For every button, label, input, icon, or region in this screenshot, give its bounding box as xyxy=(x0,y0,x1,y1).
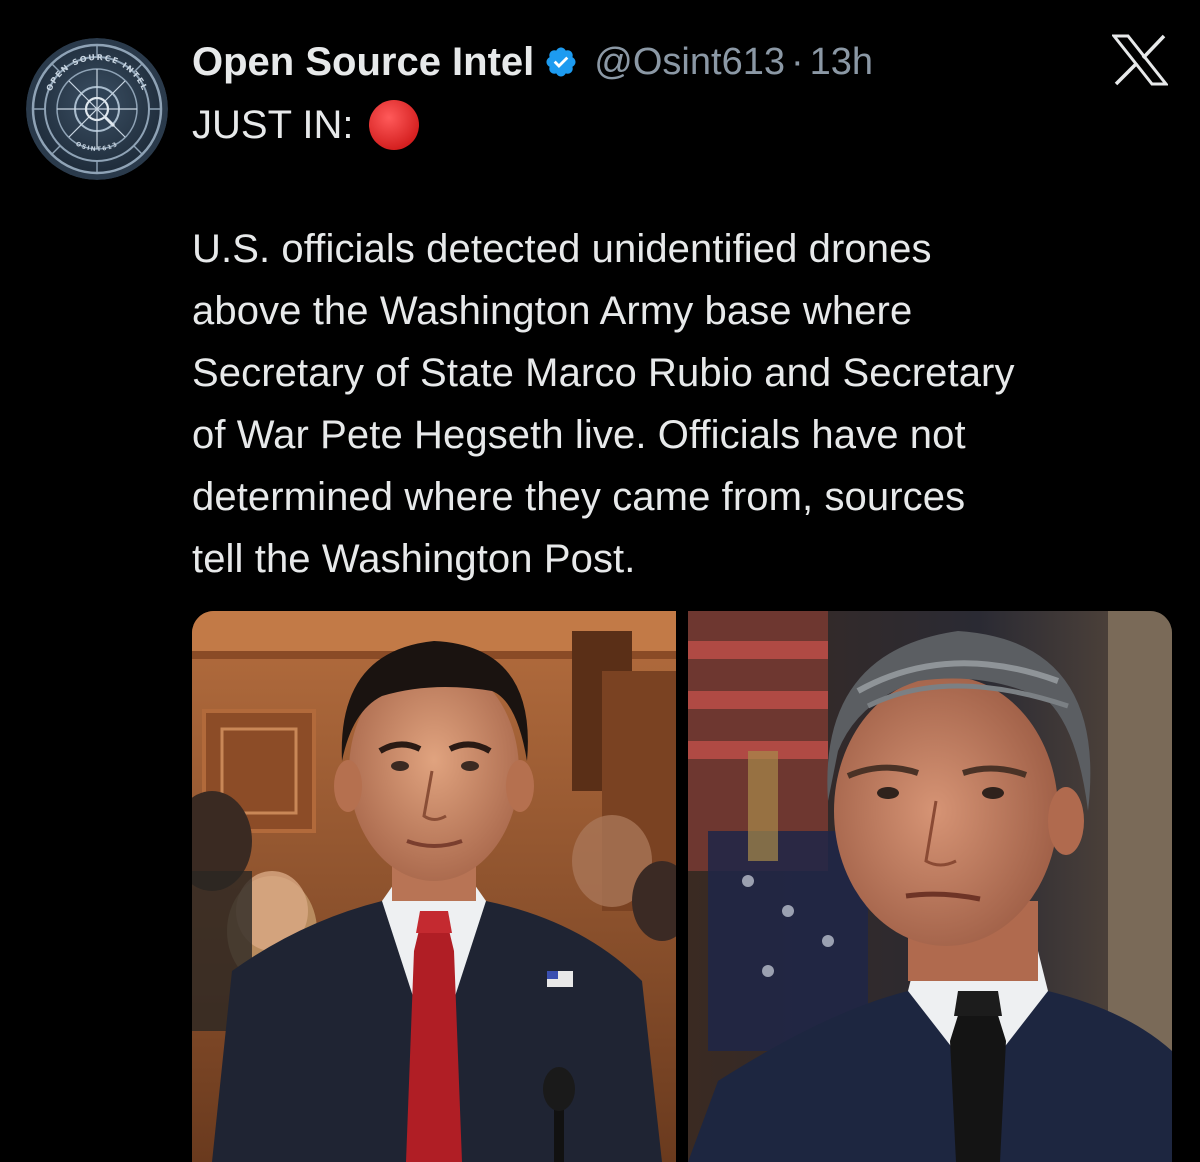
tweet-body-line: above the Washington Army base where xyxy=(192,289,913,333)
tweet-body-line: Secretary of State Marco Rubio and Secre… xyxy=(192,351,1015,395)
timestamp[interactable]: 13h xyxy=(810,41,873,84)
tweet: OPEN SOURCE INTEL OSINT613 Open Source I… xyxy=(0,0,1200,1162)
x-logo-icon[interactable] xyxy=(1110,34,1170,86)
osint-logo-icon: OPEN SOURCE INTEL OSINT613 xyxy=(26,38,168,180)
tweet-body-line: U.S. officials detected unidentified dro… xyxy=(192,227,932,271)
separator: · xyxy=(790,40,804,83)
tweet-lead: JUST IN: xyxy=(192,94,420,156)
tweet-body-line: determined where they came from, sources xyxy=(192,475,966,519)
tweet-media[interactable] xyxy=(192,611,1172,1162)
red-circle-icon xyxy=(368,99,420,151)
photo-marco-rubio[interactable] xyxy=(192,611,676,1162)
tweet-body: U.S. officials detected unidentified dro… xyxy=(192,218,1182,590)
verified-badge-icon[interactable] xyxy=(544,45,578,79)
avatar[interactable]: OPEN SOURCE INTEL OSINT613 xyxy=(26,38,168,180)
photo-pete-hegseth[interactable] xyxy=(688,611,1172,1162)
tweet-body-line: tell the Washington Post. xyxy=(192,537,636,581)
tweet-body-line: of War Pete Hegseth live. Officials have… xyxy=(192,413,966,457)
display-name[interactable]: Open Source Intel xyxy=(192,40,534,85)
lead-text: JUST IN: xyxy=(192,102,354,147)
tweet-header: Open Source Intel @Osint613 · 13h xyxy=(192,34,873,90)
handle[interactable]: @Osint613 xyxy=(594,41,785,84)
